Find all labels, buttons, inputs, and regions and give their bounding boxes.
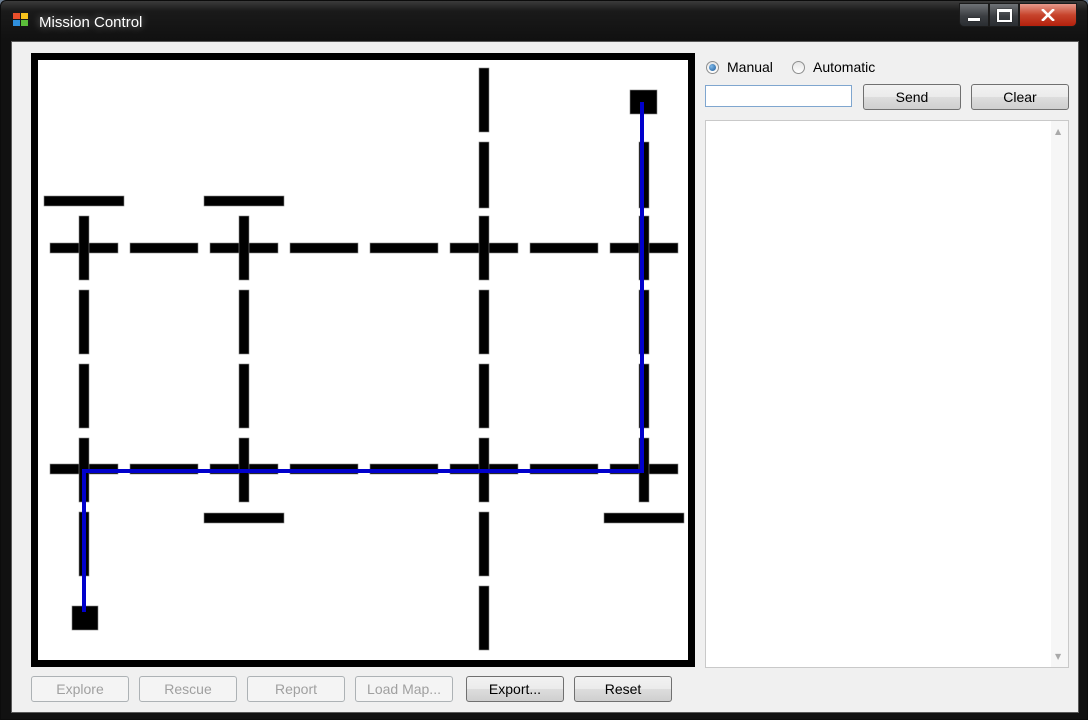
wall-segment-h [43,195,125,207]
wall-segment-v [478,141,490,209]
mission-control-window: Mission Control Manual Automatic Send Cl… [0,0,1088,720]
maximize-button[interactable] [989,3,1019,27]
log-scrollbar[interactable]: ▲ ▼ [1051,121,1068,667]
wall-segment-v [78,215,90,281]
app-icon[interactable] [13,13,31,29]
log-output[interactable]: ▲ ▼ [705,120,1069,668]
map-canvas[interactable] [31,53,695,667]
minimize-icon [968,17,980,21]
title-bar[interactable]: Mission Control [1,1,1087,41]
automatic-radio-dot[interactable] [792,60,805,74]
manual-radio[interactable]: Manual [706,59,773,75]
wall-segment-v [78,363,90,429]
send-button[interactable]: Send [863,84,961,110]
automatic-radio[interactable]: Automatic [792,59,875,75]
rescue-button[interactable]: Rescue [139,676,237,702]
explore-button[interactable]: Explore [31,676,129,702]
wall-segment-v [478,511,490,577]
wall-segment-h [129,242,199,254]
wall-segment-v [478,289,490,355]
wall-segment-h [203,195,285,207]
wall-segment-h [289,242,359,254]
wall-segment-v [238,289,250,355]
wall-segment-v [478,215,490,281]
close-icon [1041,9,1055,21]
window-title: Mission Control [39,14,143,31]
wall-segment-h [203,512,285,524]
clear-button[interactable]: Clear [971,84,1069,110]
map-drawing [43,67,685,651]
wall-segment-v [238,215,250,281]
automatic-radio-label: Automatic [813,59,876,75]
caption-buttons [959,3,1077,29]
manual-radio-dot[interactable] [706,60,719,74]
scroll-up-arrow-icon[interactable]: ▲ [1055,127,1061,136]
wall-segment-h [529,242,599,254]
wall-segment-h [369,242,439,254]
minimize-button[interactable] [959,3,989,27]
command-input[interactable] [705,85,852,107]
wall-segment-v [78,289,90,355]
load-map-button[interactable]: Load Map... [355,676,453,702]
close-button[interactable] [1019,3,1077,27]
route-path [82,102,644,612]
wall-segment-h [603,512,685,524]
wall-segment-v [238,363,250,429]
wall-segment-v [478,67,490,133]
export-button[interactable]: Export... [466,676,564,702]
reset-button[interactable]: Reset [574,676,672,702]
manual-radio-label: Manual [727,59,773,75]
wall-segment-v [478,585,490,651]
client-area: Manual Automatic Send Clear ▲ ▼ Explore … [11,41,1079,713]
scroll-down-arrow-icon[interactable]: ▼ [1055,652,1061,661]
maximize-icon [996,8,1012,22]
report-button[interactable]: Report [247,676,345,702]
wall-segment-v [478,363,490,429]
